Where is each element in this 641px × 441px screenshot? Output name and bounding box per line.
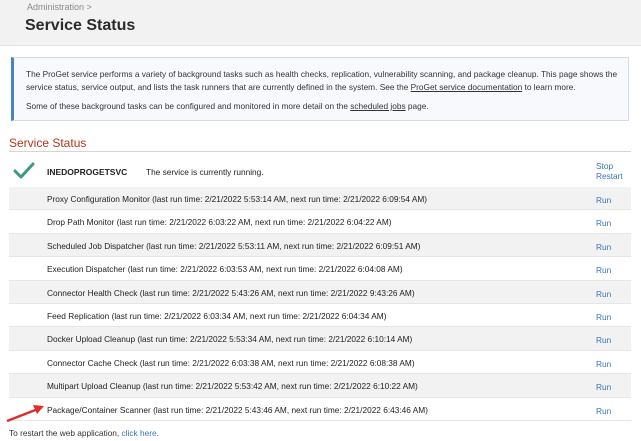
task-description: Proxy Configuration Monitor (last run ti… — [47, 194, 428, 204]
breadcrumb[interactable]: Administration > — [27, 2, 92, 12]
service-actions: Stop Restart — [596, 161, 623, 181]
task-description: Docker Upload Cleanup (last run time: 2/… — [47, 334, 413, 345]
run-task-link[interactable]: Run — [596, 312, 611, 322]
task-row: Connector Cache Check (last run time: 2/… — [9, 351, 631, 375]
task-description: Feed Replication (last run time: 2/21/20… — [47, 310, 387, 321]
run-task-link[interactable]: Run — [596, 406, 611, 416]
task-list: Proxy Configuration Monitor (last run ti… — [9, 187, 631, 421]
task-row: Docker Upload Cleanup (last run time: 2/… — [9, 327, 631, 351]
run-task-link[interactable]: Run — [596, 218, 611, 228]
task-row: Proxy Configuration Monitor (last run ti… — [9, 187, 631, 211]
page-header: Administration > Service Status — [0, 0, 641, 46]
restart-web-app-link[interactable]: click here. — [122, 428, 159, 438]
task-description: Drop Path Monitor (last run time: 2/21/2… — [47, 217, 392, 228]
footer-text: To restart the web application, — [9, 428, 122, 438]
footer-note: To restart the web application, click he… — [9, 428, 159, 438]
info-paragraph-2: Some of these background tasks can be co… — [26, 100, 620, 113]
task-row: Scheduled Job Dispatcher (last run time:… — [9, 233, 631, 258]
task-row: Package/Container Scanner (last run time… — [9, 398, 631, 421]
section-title: Service Status — [9, 136, 87, 150]
task-description: Connector Cache Check (last run time: 2/… — [47, 357, 415, 368]
task-row: Execution Dispatcher (last run time: 2/2… — [9, 257, 631, 281]
run-task-link[interactable]: Run — [596, 382, 611, 392]
task-description: Multipart Upload Cleanup (last run time:… — [47, 381, 418, 392]
task-row: Drop Path Monitor (last run time: 2/21/2… — [9, 210, 631, 234]
task-description: Execution Dispatcher (last run time: 2/2… — [47, 264, 403, 275]
info-paragraph-1: The ProGet service performs a variety of… — [26, 68, 620, 94]
task-row: Multipart Upload Cleanup (last run time:… — [9, 374, 631, 398]
run-task-link[interactable]: Run — [596, 195, 611, 205]
run-task-link[interactable]: Run — [596, 265, 611, 275]
run-task-link[interactable]: Run — [596, 359, 611, 369]
task-description: Connector Health Check (last run time: 2… — [47, 287, 415, 298]
section-divider — [9, 151, 631, 152]
scheduled-jobs-link[interactable]: scheduled jobs — [350, 101, 405, 111]
service-status-text: The service is currently running. — [146, 167, 264, 177]
service-row: INEDOPROGETSVC The service is currently … — [9, 158, 631, 186]
stop-service-link[interactable]: Stop — [596, 161, 623, 171]
info-box: The ProGet service performs a variety of… — [11, 57, 629, 121]
service-name: INEDOPROGETSVC — [47, 167, 128, 177]
restart-service-link[interactable]: Restart — [596, 171, 623, 181]
documentation-link[interactable]: ProGet service documentation — [411, 82, 523, 92]
page-title: Service Status — [25, 17, 136, 34]
task-description: Scheduled Job Dispatcher (last run time:… — [47, 240, 421, 251]
info-text: to learn more. — [522, 82, 576, 92]
run-task-link[interactable]: Run — [596, 242, 611, 252]
task-row: Connector Health Check (last run time: 2… — [9, 280, 631, 304]
checkmark-icon — [13, 162, 35, 179]
task-row: Feed Replication (last run time: 2/21/20… — [9, 304, 631, 328]
info-text: Some of these background tasks can be co… — [26, 101, 351, 111]
task-description: Package/Container Scanner (last run time… — [47, 404, 428, 415]
info-text: page. — [405, 101, 429, 111]
run-task-link[interactable]: Run — [596, 335, 611, 345]
run-task-link[interactable]: Run — [596, 289, 611, 299]
